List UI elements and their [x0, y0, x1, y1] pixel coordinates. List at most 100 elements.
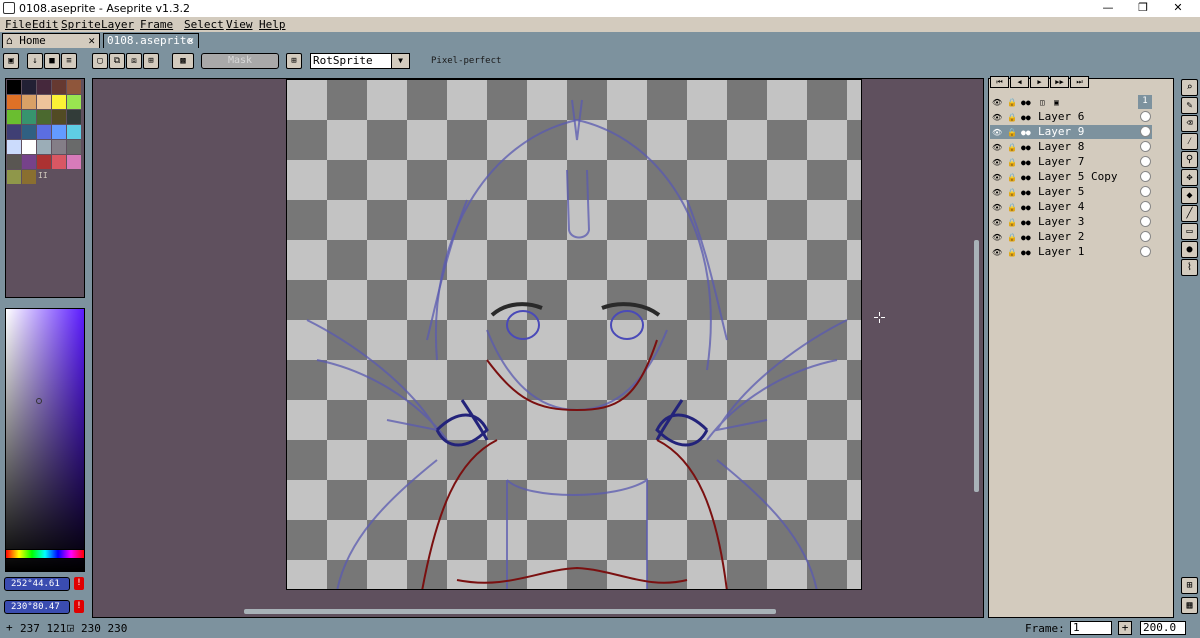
layer-group-icon[interactable]: ▣ — [1054, 96, 1059, 109]
palette-swatch[interactable] — [67, 110, 81, 124]
brush-tool-icon[interactable]: ⌇ — [1181, 259, 1198, 276]
merge-down-icon[interactable]: ↓ — [27, 53, 43, 69]
menu-select[interactable]: Select — [184, 18, 224, 31]
eye-icon[interactable]: 👁 — [992, 201, 1002, 214]
palette-swatch[interactable] — [67, 140, 81, 154]
blur-tool-icon[interactable]: ● — [1181, 241, 1198, 258]
previous-frame-icon[interactable]: ◀ — [1010, 76, 1029, 88]
palette-swatch[interactable] — [67, 125, 81, 139]
lock-icon[interactable]: 🔒 — [1007, 156, 1017, 169]
selection-replace-icon[interactable]: ▢ — [92, 53, 108, 69]
palette-swatch[interactable] — [22, 80, 36, 94]
transparent-color-icon[interactable]: ▩ — [172, 53, 194, 69]
menu-sprite[interactable]: Sprite — [61, 18, 101, 31]
eye-icon[interactable]: 👁 — [992, 156, 1002, 169]
continuous-icon[interactable]: ●● — [1021, 156, 1031, 169]
eye-icon[interactable]: 👁 — [992, 126, 1002, 139]
lock-icon[interactable]: ▣ — [3, 53, 19, 69]
palette-swatch[interactable] — [67, 95, 81, 109]
horizontal-scrollbar[interactable] — [244, 609, 776, 614]
add-frame-button[interactable]: + — [1118, 621, 1132, 635]
continuous-icon[interactable]: ●● — [1021, 246, 1031, 259]
color-spectrum-cursor[interactable] — [36, 398, 42, 404]
foreground-warning-icon[interactable]: ! — [74, 577, 84, 590]
palette-swatch[interactable] — [52, 80, 66, 94]
layer-row[interactable]: 👁 🔒 ●● Layer 6 — [990, 110, 1152, 124]
maximize-button[interactable]: ❐ — [1123, 1, 1163, 16]
lock-icon[interactable]: 🔒 — [1007, 246, 1017, 259]
preview-icon[interactable]: ▦ — [1181, 597, 1198, 614]
palette-swatch[interactable] — [52, 155, 66, 169]
tab-home[interactable]: ⌂ Home ✕ — [2, 33, 100, 48]
palette-swatch[interactable] — [37, 140, 51, 154]
first-frame-icon[interactable]: ⏮ — [990, 76, 1009, 88]
palette-swatch[interactable] — [22, 110, 36, 124]
menu-view[interactable]: View — [226, 18, 253, 31]
selection-add-icon[interactable]: ⧉ — [109, 53, 125, 69]
palette-swatch[interactable] — [22, 170, 36, 184]
eye-icon[interactable]: 👁 — [992, 216, 1002, 229]
cel-icon[interactable] — [1140, 216, 1151, 227]
layer-row[interactable]: 👁 🔒 ●● Layer 5 — [990, 185, 1152, 199]
last-frame-icon[interactable]: ⏭ — [1070, 76, 1089, 88]
pivot-icon[interactable]: ⊞ — [286, 53, 302, 69]
palette-swatch[interactable] — [37, 110, 51, 124]
layer-row[interactable]: 👁 🔒 ●● Layer 8 — [990, 140, 1152, 154]
palette-swatch[interactable] — [7, 110, 21, 124]
zoom-input[interactable]: 200.0 — [1140, 621, 1186, 635]
frame-number-header[interactable]: 1 — [1138, 95, 1152, 109]
close-window-button[interactable]: ✕ — [1158, 1, 1198, 16]
palette-swatch[interactable] — [7, 125, 21, 139]
tab-file-close-icon[interactable]: ✕ — [187, 34, 194, 47]
cel-icon[interactable] — [1140, 246, 1151, 257]
continuous-icon[interactable]: ●● — [1021, 186, 1031, 199]
eye-icon[interactable]: 👁 — [992, 141, 1002, 154]
eye-icon[interactable]: 👁 — [992, 111, 1002, 124]
eye-icon[interactable]: 👁 — [992, 171, 1002, 184]
palette-swatch[interactable] — [52, 95, 66, 109]
tab-home-close-icon[interactable]: ✕ — [88, 34, 95, 47]
pencil-tool-icon[interactable]: ✎ — [1181, 97, 1198, 114]
background-color-field[interactable]: 230°80.47 — [4, 600, 70, 614]
menu-file[interactable]: File — [5, 18, 32, 31]
background-warning-icon[interactable]: ! — [74, 600, 84, 613]
palette-swatch[interactable] — [67, 155, 81, 169]
palette-swatch[interactable] — [22, 125, 36, 139]
cel-icon[interactable] — [1140, 186, 1151, 197]
palette-swatch[interactable] — [7, 155, 21, 169]
color-spectrum[interactable] — [5, 308, 85, 572]
sprite-canvas[interactable] — [286, 79, 862, 590]
menu-frame[interactable]: Frame — [140, 18, 173, 31]
palette-swatch[interactable] — [37, 125, 51, 139]
onion-skin-icon[interactable]: ◫ — [1040, 96, 1045, 109]
palette-swatch[interactable] — [22, 140, 36, 154]
cel-icon[interactable] — [1140, 111, 1151, 122]
palette-resize-handle[interactable]: II — [38, 171, 48, 180]
fill-tool-icon[interactable]: ◆ — [1181, 187, 1198, 204]
layer-row[interactable]: 👁 🔒 ●● Layer 7 — [990, 155, 1152, 169]
palette-swatch[interactable] — [37, 95, 51, 109]
menu-help[interactable]: Help — [259, 18, 286, 31]
palette-swatch[interactable] — [22, 95, 36, 109]
continuous-icon[interactable]: ●● — [1021, 201, 1031, 214]
cel-icon[interactable] — [1140, 231, 1151, 242]
selection-subtract-icon[interactable]: ⧈ — [126, 53, 142, 69]
rotation-algorithm-select[interactable]: RotSprite ▼ — [310, 53, 410, 69]
timeline-toggle-icon[interactable]: ⊞ — [1181, 577, 1198, 594]
continuous-icon[interactable]: ●● — [1021, 171, 1031, 184]
cel-icon[interactable] — [1140, 126, 1151, 137]
cel-icon[interactable] — [1140, 201, 1151, 212]
layer-row[interactable]: 👁 🔒 ●● Layer 4 — [990, 200, 1152, 214]
zoom-tool-icon[interactable]: ⚲ — [1181, 151, 1198, 168]
lock-icon[interactable]: 🔒 — [1007, 201, 1017, 214]
eye-icon[interactable]: 👁 — [992, 231, 1002, 244]
continuous-icon[interactable]: ●● — [1021, 111, 1031, 124]
palette-swatch[interactable] — [22, 155, 36, 169]
list-icon[interactable]: ≡ — [61, 53, 77, 69]
layer-row[interactable]: 👁 🔒 ●● Layer 2 — [990, 230, 1152, 244]
frame-input[interactable]: 1 — [1070, 621, 1112, 635]
layer-row[interactable]: 👁 🔒 ●● Layer 3 — [990, 215, 1152, 229]
continuous-icon[interactable]: ●● — [1021, 141, 1031, 154]
tab-file[interactable]: 0108.aseprite ✕ — [103, 33, 199, 48]
cel-icon[interactable] — [1140, 171, 1151, 182]
